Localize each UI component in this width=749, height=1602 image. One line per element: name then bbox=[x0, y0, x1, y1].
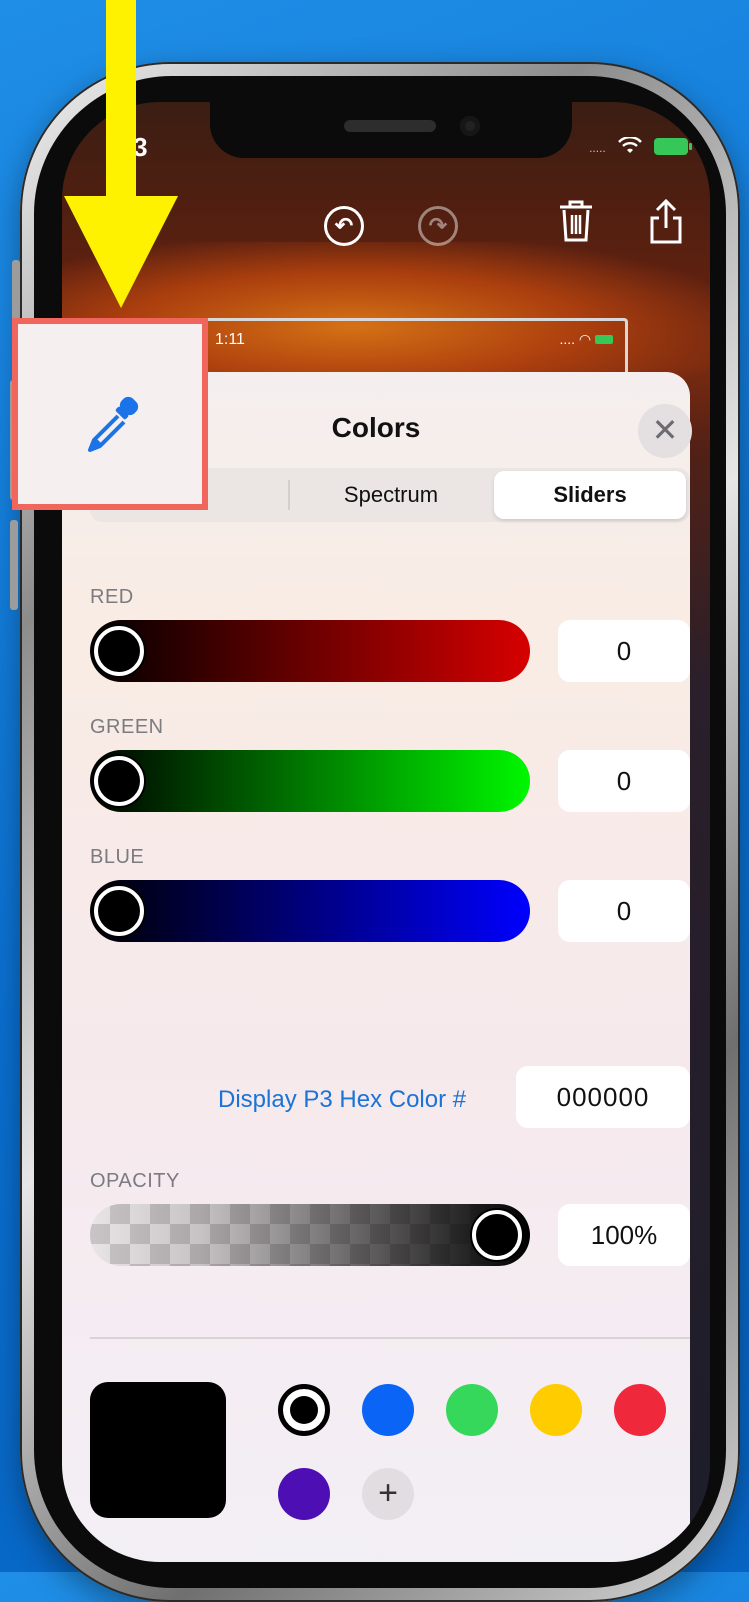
undo-icon: ↶ bbox=[324, 206, 364, 246]
hex-color-field[interactable]: 000000 bbox=[516, 1066, 690, 1128]
share-icon bbox=[650, 198, 682, 244]
embedded-signal-dots: .... bbox=[559, 331, 575, 347]
swatch-black-selected[interactable] bbox=[278, 1384, 330, 1436]
add-color-button[interactable]: + bbox=[362, 1468, 414, 1520]
embedded-status-indicators: .... ◠ bbox=[559, 331, 613, 348]
swatch-blue[interactable] bbox=[362, 1384, 414, 1436]
front-camera bbox=[460, 116, 480, 136]
hex-color-label[interactable]: Display P3 Hex Color # bbox=[218, 1086, 466, 1114]
blue-value-field[interactable]: 0 bbox=[558, 880, 690, 942]
colors-sheet: Colors ✕ Spectrum Sliders RED 0 GREEN 0 … bbox=[62, 372, 692, 1562]
share-button[interactable] bbox=[644, 198, 688, 244]
tab-spectrum[interactable]: Spectrum bbox=[290, 468, 492, 522]
annotation-arrow-head bbox=[64, 196, 178, 308]
swatch-red[interactable] bbox=[614, 1384, 666, 1436]
current-color-swatch bbox=[90, 1382, 226, 1518]
opacity-slider[interactable] bbox=[90, 1204, 530, 1266]
annotation-arrow-shaft bbox=[106, 0, 136, 200]
red-slider-thumb[interactable] bbox=[94, 626, 144, 676]
red-label: RED bbox=[90, 586, 134, 608]
eyedropper-icon bbox=[88, 396, 139, 452]
status-indicators: ..... bbox=[589, 132, 692, 158]
swatch-green[interactable] bbox=[446, 1384, 498, 1436]
embedded-wifi-icon: ◠ bbox=[578, 331, 592, 347]
blue-label: BLUE bbox=[90, 846, 145, 868]
close-button[interactable]: ✕ bbox=[638, 404, 692, 458]
close-icon: ✕ bbox=[651, 412, 679, 448]
green-slider-thumb[interactable] bbox=[94, 756, 144, 806]
eyedropper-highlight bbox=[12, 318, 208, 510]
eyedropper-button[interactable] bbox=[84, 394, 144, 454]
swatch-yellow[interactable] bbox=[530, 1384, 582, 1436]
delete-button[interactable] bbox=[554, 198, 598, 242]
green-slider[interactable] bbox=[90, 750, 530, 812]
green-value-field[interactable]: 0 bbox=[558, 750, 690, 812]
red-slider[interactable] bbox=[90, 620, 530, 682]
swatch-purple[interactable] bbox=[278, 1468, 330, 1520]
blue-slider-thumb[interactable] bbox=[94, 886, 144, 936]
blue-slider[interactable] bbox=[90, 880, 530, 942]
redo-icon: ↷ bbox=[418, 206, 458, 246]
wifi-icon bbox=[617, 136, 642, 154]
opacity-value-field[interactable]: 100% bbox=[558, 1204, 690, 1266]
red-value-field[interactable]: 0 bbox=[558, 620, 690, 682]
volume-down-button bbox=[10, 520, 18, 610]
trash-icon bbox=[560, 200, 592, 242]
opacity-slider-thumb[interactable] bbox=[472, 1210, 522, 1260]
speaker bbox=[344, 120, 436, 132]
tab-sliders[interactable]: Sliders bbox=[494, 471, 686, 519]
mute-switch bbox=[12, 260, 20, 320]
green-label: GREEN bbox=[90, 716, 164, 738]
signal-dots: ..... bbox=[589, 141, 606, 155]
redo-button[interactable]: ↷ bbox=[418, 206, 462, 250]
embedded-battery-icon bbox=[595, 335, 613, 344]
undo-button[interactable]: ↶ bbox=[324, 206, 368, 250]
divider bbox=[90, 1337, 690, 1339]
battery-icon bbox=[654, 137, 692, 155]
embedded-status-time: 1:11 bbox=[215, 331, 245, 348]
plus-icon: + bbox=[378, 1474, 398, 1512]
opacity-label: OPACITY bbox=[90, 1170, 180, 1192]
